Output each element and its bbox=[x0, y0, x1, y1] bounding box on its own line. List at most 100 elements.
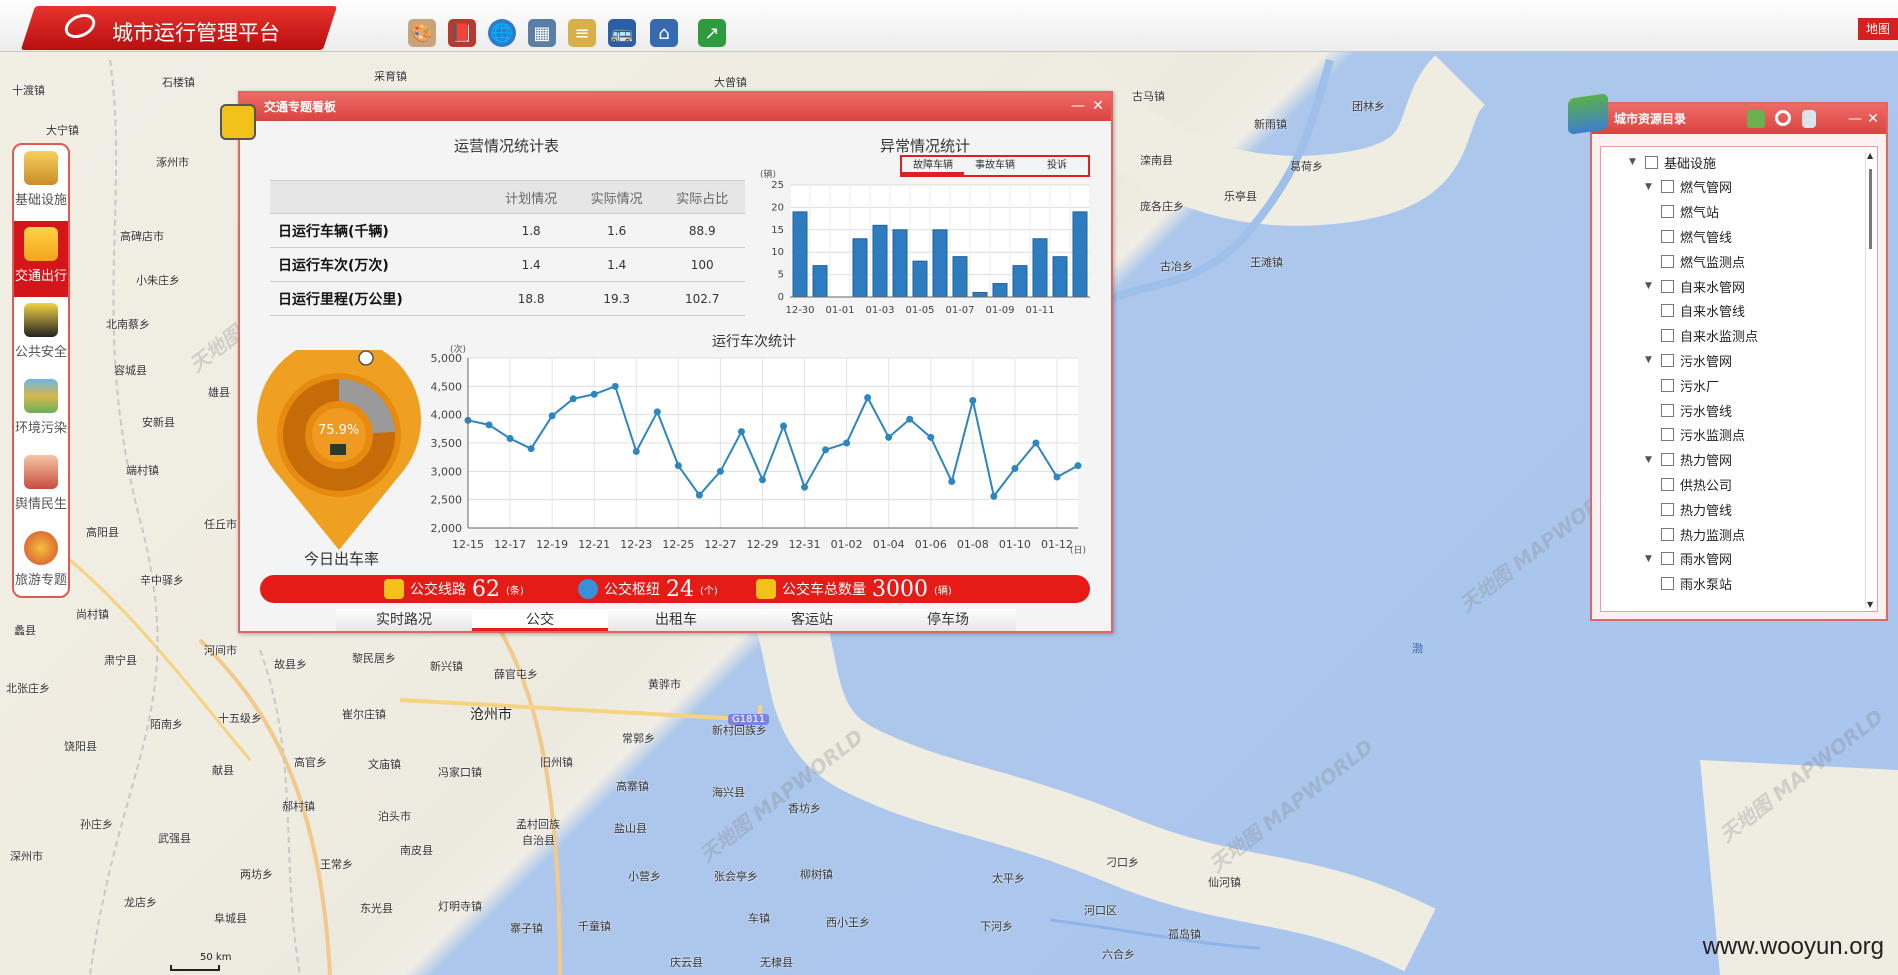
tree-node[interactable]: 雨水泵站 bbox=[1661, 575, 1732, 593]
home-icon[interactable]: ⌂ bbox=[650, 19, 678, 47]
nav-item-environment[interactable]: 环境污染 bbox=[14, 373, 68, 449]
tree-node-label: 污水厂 bbox=[1680, 379, 1720, 395]
expand-arrow-icon[interactable]: ▼ bbox=[1645, 182, 1655, 192]
map-place-label: 北张庄乡 bbox=[6, 682, 50, 695]
bar bbox=[952, 256, 968, 298]
minimize-icon[interactable]: — bbox=[1071, 99, 1085, 113]
tree-checkbox[interactable] bbox=[1661, 329, 1674, 343]
bus-icon bbox=[384, 579, 404, 599]
tree-node[interactable]: ▼ 基础设施 bbox=[1629, 153, 1716, 172]
tree-checkbox[interactable] bbox=[1645, 155, 1658, 169]
tab-realtime-traffic[interactable]: 实时路况 bbox=[336, 609, 472, 631]
tree-node-label: 雨水泵站 bbox=[1680, 578, 1733, 594]
scroll-down-icon[interactable]: ▼ bbox=[1867, 600, 1873, 609]
tree-checkbox[interactable] bbox=[1661, 477, 1674, 491]
tree-node-label: 燃气管线 bbox=[1680, 230, 1733, 246]
map-place-label: 故县乡 bbox=[274, 658, 307, 671]
map-place-label: 乐亭县 bbox=[1224, 190, 1257, 203]
data-point bbox=[906, 415, 914, 423]
data-point bbox=[822, 446, 830, 454]
nav-item-public-opinion[interactable]: 舆情民生 bbox=[14, 449, 68, 525]
map-toggle-button[interactable]: 地图 bbox=[1858, 18, 1898, 40]
tree-checkbox[interactable] bbox=[1661, 229, 1674, 243]
tree-checkbox[interactable] bbox=[1661, 552, 1674, 566]
resource-catalog-logo-icon bbox=[1568, 93, 1608, 135]
data-point bbox=[801, 483, 809, 491]
tree-node[interactable]: 燃气管线 bbox=[1661, 227, 1733, 246]
map-place-label: 六合乡 bbox=[1102, 948, 1135, 961]
map-place-label: 太平乡 bbox=[992, 872, 1025, 885]
tree-checkbox[interactable] bbox=[1661, 527, 1674, 541]
tree-node[interactable]: ▼ 燃气管网 bbox=[1645, 178, 1732, 196]
tree-node[interactable]: 污水监测点 bbox=[1661, 426, 1745, 444]
close-icon[interactable]: ✕ bbox=[1091, 99, 1105, 113]
tree-node[interactable]: ▼ 雨水管网 bbox=[1645, 550, 1732, 568]
map-place-label: 高碑店市 bbox=[120, 230, 164, 243]
expand-arrow-icon[interactable]: ▼ bbox=[1645, 455, 1655, 465]
tab-bus[interactable]: 公交 bbox=[472, 609, 608, 631]
tree-checkbox[interactable] bbox=[1661, 577, 1674, 591]
nav-item-transport[interactable]: 交通出行 bbox=[14, 221, 68, 297]
nav-item-infrastructure[interactable]: 基础设施 bbox=[14, 145, 68, 221]
tree-node[interactable]: ▼ 污水管网 bbox=[1645, 351, 1732, 370]
monitor-icon bbox=[330, 444, 346, 455]
tree-checkbox[interactable] bbox=[1661, 378, 1674, 392]
nav-item-public-safety[interactable]: 公共安全 bbox=[14, 297, 68, 373]
map-place-label: 雄县 bbox=[208, 386, 230, 399]
tree-node[interactable]: 燃气站 bbox=[1661, 203, 1719, 221]
tree-node[interactable]: ▼ 热力管网 bbox=[1645, 451, 1732, 469]
tree-node[interactable]: 污水厂 bbox=[1661, 376, 1720, 395]
export-icon[interactable]: ↗ bbox=[698, 19, 726, 47]
tree-node[interactable]: 热力管线 bbox=[1661, 500, 1732, 519]
scroll-up-icon[interactable]: ▲ bbox=[1867, 151, 1873, 160]
tree-node[interactable]: 燃气监测点 bbox=[1661, 252, 1745, 271]
chart-window-icon[interactable]: ▦ bbox=[528, 19, 556, 47]
close-icon[interactable]: ✕ bbox=[1866, 112, 1880, 126]
tree-checkbox[interactable] bbox=[1661, 502, 1674, 516]
expand-arrow-icon[interactable]: ▼ bbox=[1629, 157, 1639, 167]
map-place-label: 王常乡 bbox=[320, 858, 353, 871]
tree-node[interactable]: 自来水管线 bbox=[1661, 302, 1745, 320]
expand-arrow-icon[interactable]: ▼ bbox=[1645, 355, 1655, 365]
category-tabs: 实时路况 公交 出租车 客运站 停车场 bbox=[336, 609, 1016, 631]
x-tick-label: 01-04 bbox=[873, 538, 905, 551]
tree-checkbox[interactable] bbox=[1661, 254, 1674, 268]
tree-node[interactable]: ▼ 自来水管网 bbox=[1645, 277, 1745, 296]
search-icon[interactable] bbox=[1775, 110, 1791, 126]
y-tick-label: 3,500 bbox=[431, 437, 463, 450]
tree-node-label: 污水管线 bbox=[1680, 404, 1733, 420]
database-icon[interactable] bbox=[1802, 110, 1816, 128]
tree-node-label: 污水监测点 bbox=[1680, 429, 1746, 445]
tree-checkbox[interactable] bbox=[1661, 403, 1674, 417]
expand-arrow-icon[interactable]: ▼ bbox=[1645, 281, 1655, 291]
tab-taxi[interactable]: 出租车 bbox=[608, 609, 744, 631]
map-place-label: 饶阳县 bbox=[64, 740, 97, 753]
tree-node[interactable]: 供热公司 bbox=[1661, 475, 1732, 494]
tree-checkbox[interactable] bbox=[1661, 453, 1674, 467]
tree-checkbox[interactable] bbox=[1661, 304, 1674, 318]
tree-node[interactable]: 热力监测点 bbox=[1661, 525, 1745, 544]
bus-icon[interactable]: 🚌 bbox=[608, 19, 636, 47]
map-place-label: 十渡镇 bbox=[12, 84, 45, 97]
tree-node[interactable]: 自来水监测点 bbox=[1661, 327, 1758, 345]
map-layers-icon[interactable] bbox=[1747, 110, 1765, 128]
nav-item-tourism[interactable]: 旅游专题 bbox=[14, 525, 68, 596]
tree-scrollbar[interactable]: ▲ ▼ bbox=[1865, 151, 1875, 609]
book-icon[interactable]: 📕 bbox=[448, 19, 476, 47]
tree-node[interactable]: 污水管线 bbox=[1661, 401, 1733, 420]
scroll-thumb[interactable] bbox=[1869, 169, 1872, 249]
expand-arrow-icon[interactable]: ▼ bbox=[1645, 554, 1655, 564]
layers-icon[interactable]: ≡ bbox=[568, 19, 596, 47]
tree-checkbox[interactable] bbox=[1661, 279, 1674, 293]
palette-icon[interactable]: 🎨 bbox=[408, 19, 436, 47]
tree-checkbox[interactable] bbox=[1661, 180, 1674, 194]
tab-parking[interactable]: 停车场 bbox=[880, 609, 1016, 631]
x-tick-label: 12-25 bbox=[662, 538, 694, 551]
tree-checkbox[interactable] bbox=[1661, 205, 1674, 219]
minimize-icon[interactable]: — bbox=[1848, 112, 1862, 126]
tree-checkbox[interactable] bbox=[1661, 428, 1674, 442]
table-header-row: 计划情况 实际情况 实际占比 bbox=[270, 180, 745, 214]
globe-icon[interactable]: 🌐 bbox=[488, 19, 516, 47]
tree-checkbox[interactable] bbox=[1661, 353, 1674, 367]
tab-coach-station[interactable]: 客运站 bbox=[744, 609, 880, 631]
